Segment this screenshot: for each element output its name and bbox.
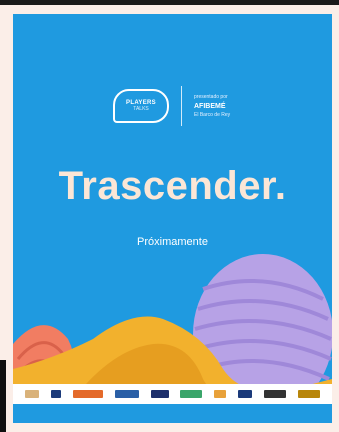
sponsor-bar xyxy=(13,384,332,404)
sponsor-logo xyxy=(114,390,139,398)
sponsor-logo xyxy=(238,390,253,398)
sponsor-logo xyxy=(150,390,169,398)
players-talks-logo: PLAYERS TALKS xyxy=(113,89,169,123)
side-shadow xyxy=(0,360,6,432)
partner-sub: El Barco de Rey xyxy=(194,112,231,118)
poster-title: Trascender. xyxy=(58,164,287,208)
abstract-artwork xyxy=(13,254,332,399)
sponsor-logo xyxy=(50,390,61,398)
sponsor-logo xyxy=(214,390,227,398)
event-poster[interactable]: PLAYERS TALKS presentado por AFIBEMÉ El … xyxy=(13,14,332,423)
top-strip xyxy=(0,0,339,5)
divider xyxy=(181,86,182,126)
partner-name: AFIBEMÉ xyxy=(194,103,226,110)
logo-row: PLAYERS TALKS presentado por AFIBEMÉ El … xyxy=(113,86,273,126)
presenter-block: presentado por AFIBEMÉ El Barco de Rey xyxy=(194,94,230,118)
sponsor-logo xyxy=(24,390,39,398)
sponsor-logo xyxy=(264,390,287,398)
logo-line2: TALKS xyxy=(133,106,149,112)
poster-subtitle: Próximamente xyxy=(137,236,208,248)
sponsor-logo xyxy=(72,390,103,398)
sponsor-logo xyxy=(180,390,203,398)
sponsor-logo xyxy=(297,390,320,398)
presented-by-label: presentado por xyxy=(194,94,228,100)
